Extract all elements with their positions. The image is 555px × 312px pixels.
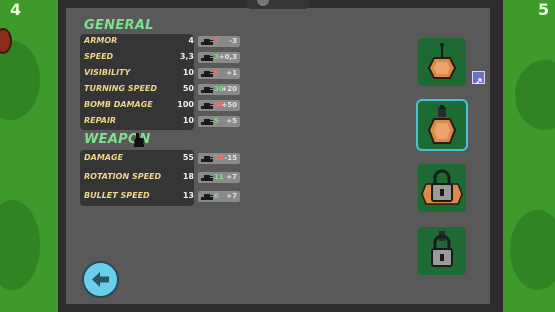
current-stat-value: 7 [214,37,219,45]
stat-delta: +1 [226,69,237,77]
stat-delta: +20 [221,85,237,93]
stat-label: VISIBILITY [84,68,131,77]
stat-compare-box: 30 +20 [198,84,240,95]
stat-value: 3,3 [179,52,194,61]
stat-delta: -3 [229,37,237,45]
stat-compare-box: 11 +7 [198,172,240,183]
padlock-icon [421,169,463,205]
stat-compare-box: 50 +50 [198,100,240,111]
tank-hull-icon [427,43,457,79]
stat-row-general: VISIBILITY 10 9 +1 [80,66,325,81]
stat-label: ROTATION SPEED [84,172,162,181]
current-stat-value: 6 [214,192,219,200]
stat-row-weapon: BULLET SPEED 13 6 +7 [80,189,325,204]
stat-compare-box: 5 +5 [198,116,240,127]
back-arrow-icon [92,272,109,287]
current-stat-value: 11 [214,173,224,181]
current-stat-value: 70 [214,154,224,162]
stat-value: 55 [182,153,194,162]
stat-row-general: ARMOR 4 7 -3 [80,34,325,49]
stat-value: 4 [188,36,194,45]
stat-value: 10 [182,116,194,125]
tank-silhouette-icon [201,156,213,162]
back-button[interactable] [82,261,119,298]
stat-label: DAMAGE [84,153,124,162]
tank-silhouette-icon [201,175,213,181]
stat-label: BULLET SPEED [84,191,150,200]
tank-silhouette-icon [201,39,213,45]
stat-value: 18 [182,172,194,181]
section-title-general: GENERAL [84,18,154,33]
stat-row-general: BOMB DAMAGE 100 50 +50 [80,98,325,113]
expand-icon[interactable] [472,71,485,85]
current-stat-value: 9 [214,69,219,77]
stat-row-general: TURNING SPEED 50 30 +20 [80,82,325,97]
panel-top-tab [247,0,309,9]
stat-delta: +7 [226,173,237,181]
stat-compare-box: 3 +0,3 [198,52,240,63]
tank-slot-2[interactable] [418,101,466,149]
stat-label: TURNING SPEED [84,84,158,93]
stat-value: 13 [182,191,194,200]
current-stat-value: 5 [214,117,219,125]
stat-delta: +50 [221,101,237,109]
stat-value: 50 [182,84,194,93]
grass-patch [510,210,555,290]
stat-label: SPEED [84,52,114,61]
stat-delta: +5 [226,117,237,125]
left-score: 4 [10,0,22,19]
tank-silhouette-icon [201,55,213,61]
tank-silhouette-icon [201,194,213,200]
stat-value: 10 [182,68,194,77]
stat-label: BOMB DAMAGE [84,100,153,109]
tank-slot-3-locked[interactable] [418,164,466,212]
tank-silhouette-icon [201,87,213,93]
stat-delta: -15 [224,154,237,162]
stat-row-general: REPAIR 10 5 +5 [80,114,325,129]
tank-hull-icon [427,105,457,144]
tank-slot-1[interactable] [418,38,466,86]
stat-row-weapon: ROTATION SPEED 18 11 +7 [80,170,325,185]
stat-compare-box: 70 -15 [198,153,240,164]
tank-slot-4-locked[interactable] [418,227,466,275]
right-score: 5 [538,0,550,19]
stat-compare-box: 6 +7 [198,191,240,202]
stat-row-general: SPEED 3,3 3 +0,3 [80,50,325,65]
tank-silhouette-icon [201,71,213,77]
tank-silhouette-icon [201,119,213,125]
padlock-icon [431,231,453,267]
stat-delta: +7 [226,192,237,200]
stat-compare-box: 9 +1 [198,68,240,79]
tab-indicator-icon [257,0,269,6]
tank-silhouette-icon [201,103,213,109]
stat-label: REPAIR [84,116,117,125]
glove-icon [132,132,146,151]
stat-compare-box: 7 -3 [198,36,240,47]
stat-value: 100 [177,100,194,109]
stat-delta: +0,3 [218,53,237,61]
stat-label: ARMOR [84,36,118,45]
grass-patch [515,60,555,130]
grass-patch [0,200,40,290]
stat-row-weapon: DAMAGE 55 70 -15 [80,151,325,166]
